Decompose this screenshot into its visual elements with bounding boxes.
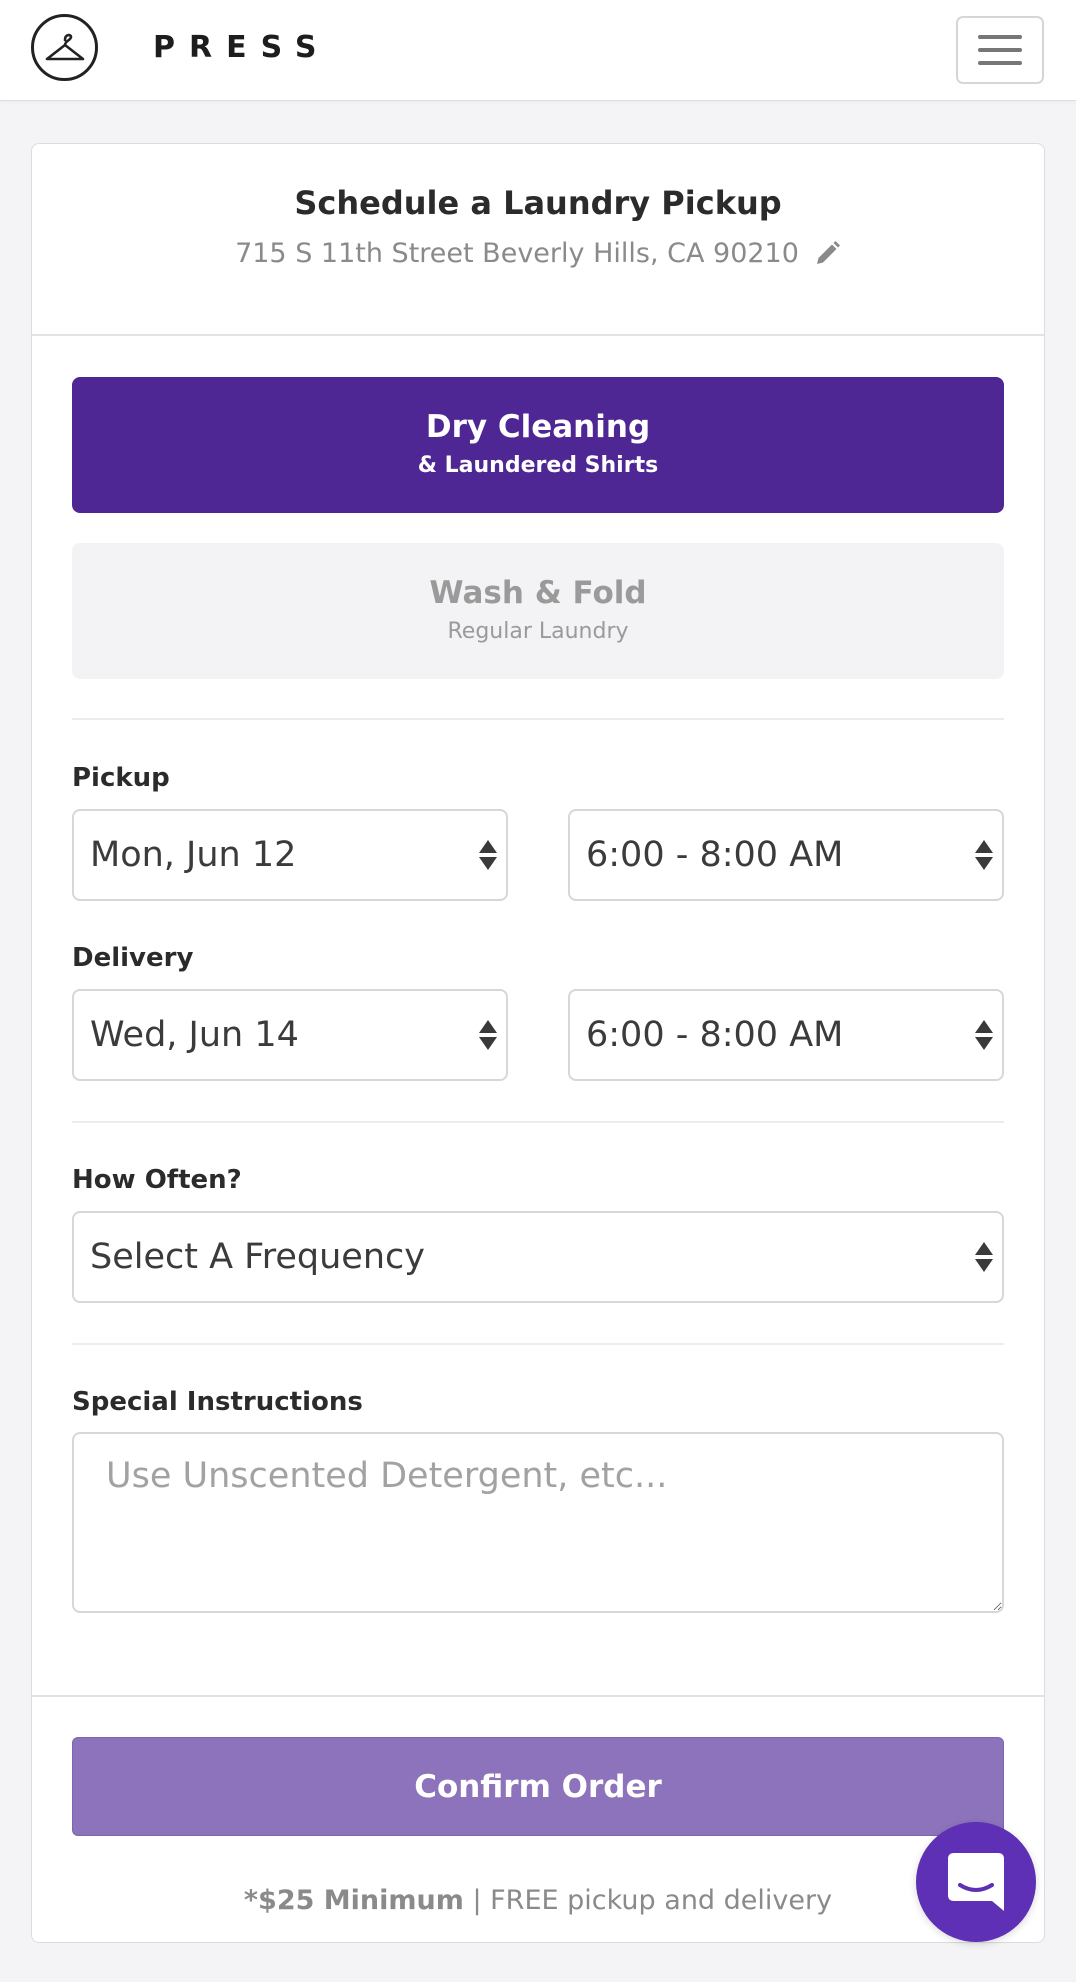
minimum-amount: *$25 Minimum: [243, 1885, 464, 1916]
service-dry-cleaning-button[interactable]: Dry Cleaning & Laundered Shirts: [72, 377, 1004, 513]
service-title: Wash & Fold: [429, 575, 647, 611]
hanger-icon: [31, 14, 98, 81]
special-instructions-textarea[interactable]: [72, 1432, 1004, 1613]
confirm-order-button[interactable]: Confirm Order: [72, 1737, 1004, 1836]
delivery-time-select[interactable]: 6:00 - 8:00 AM: [568, 989, 1004, 1081]
chat-bubble-icon: [948, 1853, 1004, 1911]
delivery-time-value: 6:00 - 8:00 AM: [586, 1015, 844, 1055]
frequency-select[interactable]: Select A Frequency: [72, 1211, 1004, 1303]
frequency-label: How Often?: [72, 1165, 242, 1195]
select-arrows-icon: [478, 837, 498, 873]
footer-divider: [32, 1695, 1044, 1697]
pencil-icon[interactable]: [813, 240, 841, 268]
delivery-date-value: Wed, Jun 14: [90, 1015, 299, 1055]
select-arrows-icon: [974, 837, 994, 873]
hamburger-menu-button[interactable]: [956, 16, 1044, 84]
divider: [72, 1343, 1004, 1345]
divider: [72, 1121, 1004, 1123]
pickup-time-value: 6:00 - 8:00 AM: [586, 835, 844, 875]
delivery-label: Delivery: [72, 943, 194, 973]
pickup-address: 715 S 11th Street Beverly Hills, CA 9021…: [235, 238, 799, 269]
hamburger-menu-icon: [978, 35, 1022, 39]
pickup-date-value: Mon, Jun 12: [90, 835, 297, 875]
divider: [72, 718, 1004, 720]
brand-name: PRESS: [153, 30, 331, 65]
instructions-label: Special Instructions: [72, 1387, 363, 1417]
pickup-label: Pickup: [72, 763, 170, 793]
order-card: Schedule a Laundry Pickup 715 S 11th Str…: [31, 143, 1045, 1943]
pickup-date-select[interactable]: Mon, Jun 12: [72, 809, 508, 901]
chat-launcher-button[interactable]: [916, 1822, 1036, 1942]
navbar: PRESS: [0, 0, 1076, 101]
service-subtitle: & Laundered Shirts: [417, 453, 659, 478]
page-title: Schedule a Laundry Pickup: [294, 184, 782, 222]
minimum-note: *$25 Minimum | FREE pickup and delivery: [32, 1885, 1044, 1916]
service-wash-fold-button[interactable]: Wash & Fold Regular Laundry: [72, 543, 1004, 679]
service-subtitle: Regular Laundry: [447, 619, 629, 644]
select-arrows-icon: [478, 1017, 498, 1053]
brand-link[interactable]: PRESS: [31, 14, 330, 81]
delivery-date-select[interactable]: Wed, Jun 14: [72, 989, 508, 1081]
card-header: Schedule a Laundry Pickup 715 S 11th Str…: [32, 144, 1044, 336]
select-arrows-icon: [974, 1017, 994, 1053]
frequency-value: Select A Frequency: [90, 1237, 425, 1277]
pickup-time-select[interactable]: 6:00 - 8:00 AM: [568, 809, 1004, 901]
free-delivery-note: | FREE pickup and delivery: [463, 1885, 833, 1916]
address-line[interactable]: 715 S 11th Street Beverly Hills, CA 9021…: [32, 238, 1044, 269]
select-arrows-icon: [974, 1239, 994, 1275]
service-title: Dry Cleaning: [425, 409, 651, 445]
